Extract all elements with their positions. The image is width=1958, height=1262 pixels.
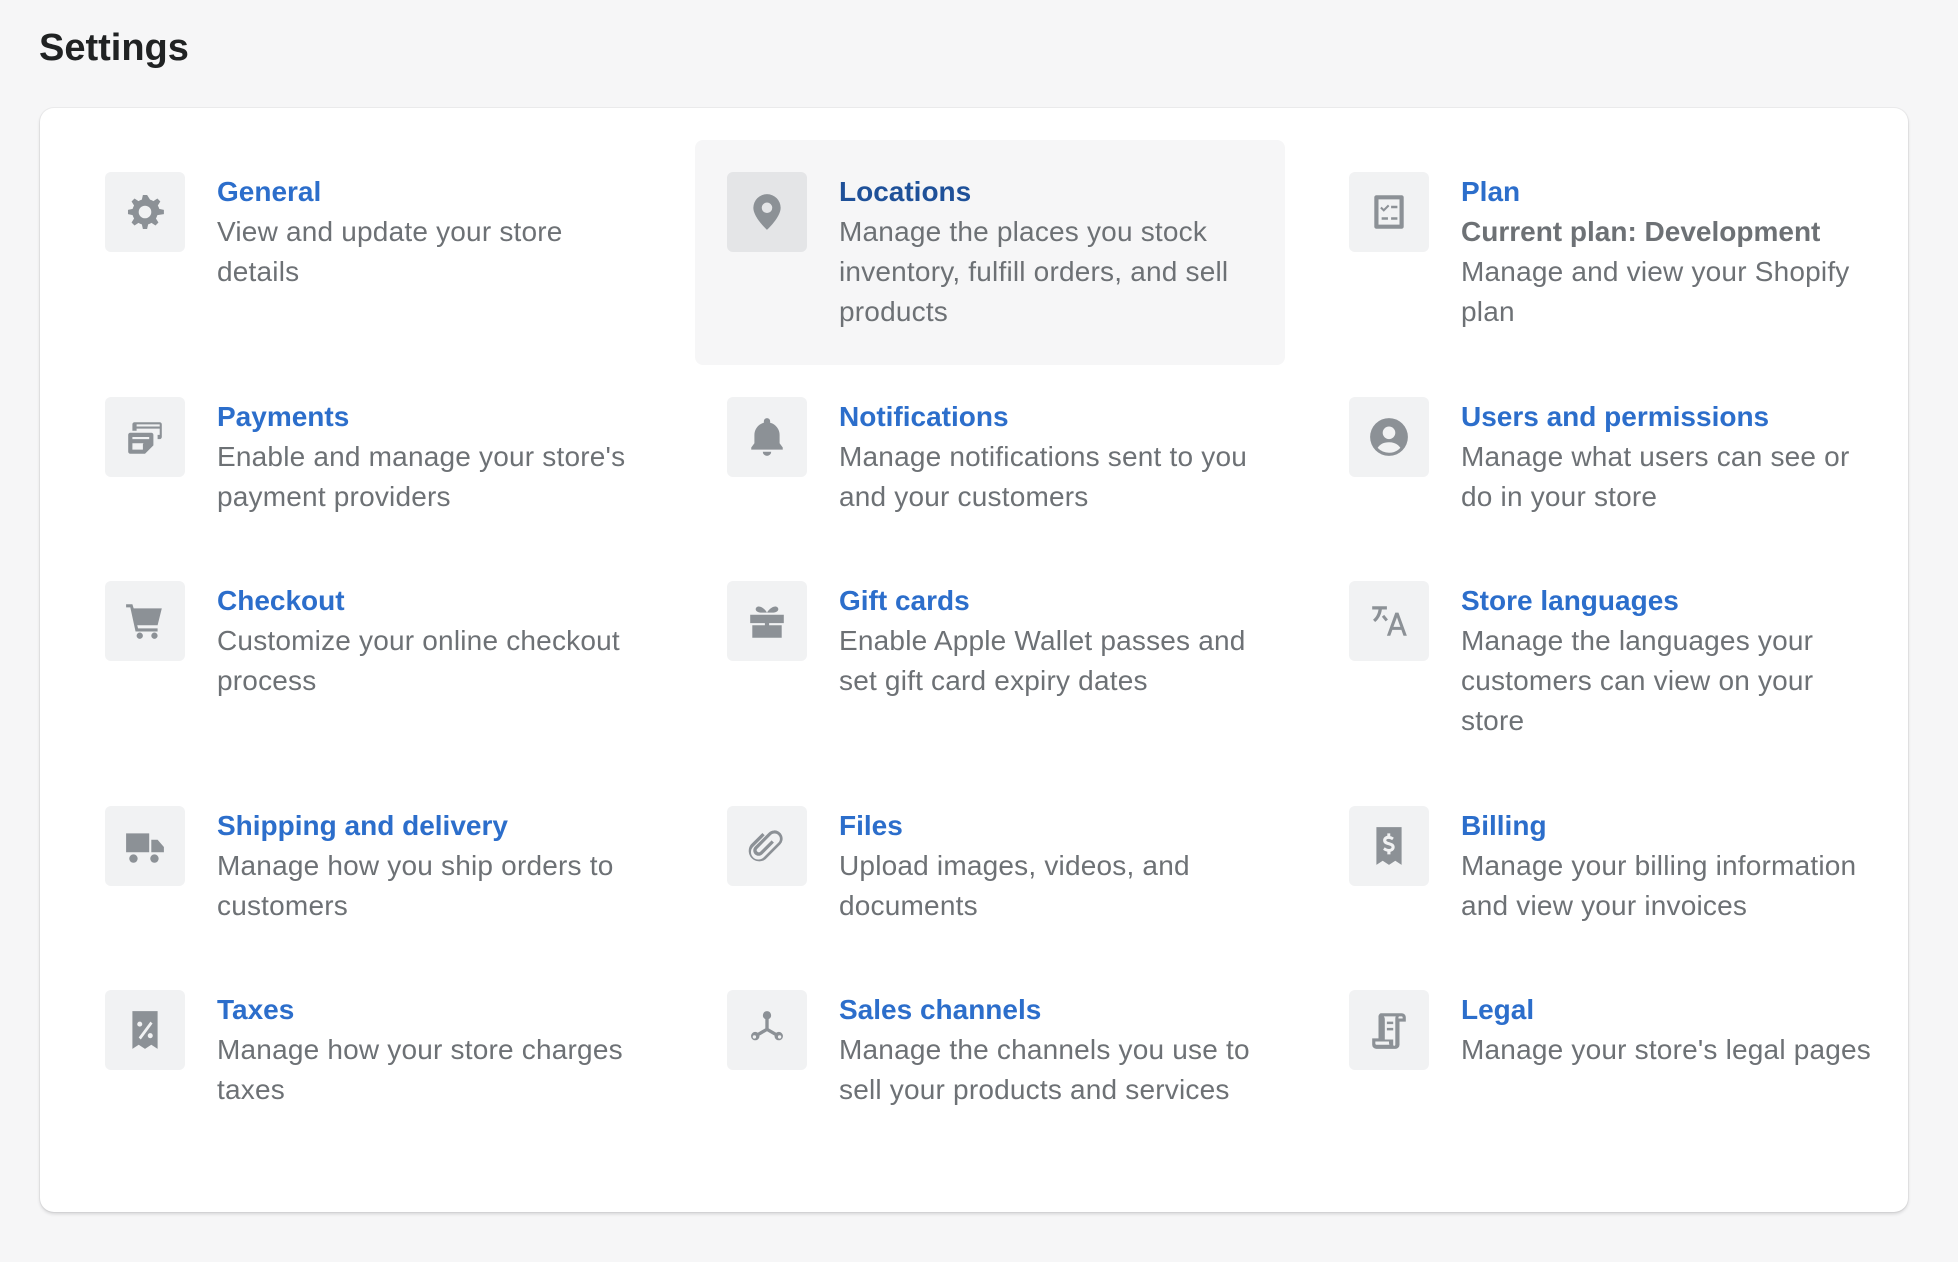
settings-item-locations[interactable]: Locations Manage the places you stock in… [695,140,1285,365]
settings-item-title: Billing [1461,810,1547,841]
settings-item-text: Plan Current plan: Development Manage an… [1461,172,1875,332]
settings-item-users-and-permissions[interactable]: Users and permissions Manage what users … [1317,365,1907,549]
settings-item-title: Files [839,810,903,841]
payment-cards-icon [105,397,185,477]
settings-item-description: Manage the languages your customers can … [1461,625,1814,736]
dollar-receipt-icon [1349,806,1429,886]
settings-item-description: Manage how you ship orders to customers [217,850,614,921]
settings-item-plan[interactable]: Plan Current plan: Development Manage an… [1317,140,1907,365]
settings-item-description: Manage the places you stock inventory, f… [839,216,1229,327]
settings-item-text: Taxes Manage how your store charges taxe… [217,990,631,1110]
settings-item-text: Store languages Manage the languages you… [1461,581,1875,741]
settings-item-title: General [217,176,322,207]
channels-icon [727,990,807,1070]
settings-card: General View and update your store detai… [40,108,1908,1212]
settings-item-title: Locations [839,176,972,207]
settings-item-title: Notifications [839,401,1009,432]
settings-item-description: Manage notifications sent to you and you… [839,441,1247,512]
settings-item-general[interactable]: General View and update your store detai… [73,140,663,365]
settings-page: Settings General View and update your st… [0,0,1958,1262]
settings-item-title: Shipping and delivery [217,810,508,841]
gear-icon [105,172,185,252]
settings-item-title: Checkout [217,585,345,616]
settings-item-shipping-and-delivery[interactable]: Shipping and delivery Manage how you shi… [73,774,663,958]
settings-item-title: Taxes [217,994,295,1025]
scroll-icon [1349,990,1429,1070]
location-pin-icon [727,172,807,252]
settings-item-text: Payments Enable and manage your store's … [217,397,631,517]
settings-item-description: Enable Apple Wallet passes and set gift … [839,625,1246,696]
settings-item-description: Manage your billing information and view… [1461,850,1857,921]
settings-item-description: Customize your online checkout process [217,625,620,696]
settings-item-description: Manage the channels you use to sell your… [839,1034,1250,1105]
settings-item-description: Manage and view your Shopify plan [1461,256,1850,327]
settings-item-notifications[interactable]: Notifications Manage notifications sent … [695,365,1285,549]
settings-item-text: Files Upload images, videos, and documen… [839,806,1253,926]
settings-item-title: Store languages [1461,585,1679,616]
settings-item-description: Manage your store's legal pages [1461,1034,1872,1065]
settings-item-taxes[interactable]: Taxes Manage how your store charges taxe… [73,958,663,1183]
settings-item-text: Billing Manage your billing information … [1461,806,1875,926]
gift-icon [727,581,807,661]
settings-item-description: Upload images, videos, and documents [839,850,1190,921]
settings-item-text: Gift cards Enable Apple Wallet passes an… [839,581,1253,701]
settings-item-title: Legal [1461,994,1535,1025]
settings-item-gift-cards[interactable]: Gift cards Enable Apple Wallet passes an… [695,549,1285,774]
settings-item-store-languages[interactable]: Store languages Manage the languages you… [1317,549,1907,774]
settings-item-text: Sales channels Manage the channels you u… [839,990,1253,1110]
settings-item-title: Plan [1461,176,1521,207]
settings-item-description: Enable and manage your store's payment p… [217,441,626,512]
current-plan-label: Current plan: Development [1461,216,1821,247]
cart-icon [105,581,185,661]
settings-item-payments[interactable]: Payments Enable and manage your store's … [73,365,663,549]
settings-item-text: General View and update your store detai… [217,172,631,292]
settings-item-title: Sales channels [839,994,1042,1025]
settings-item-title: Users and permissions [1461,401,1770,432]
settings-item-title: Gift cards [839,585,970,616]
settings-item-text: Users and permissions Manage what users … [1461,397,1875,517]
settings-grid: General View and update your store detai… [73,140,1907,1183]
settings-item-text: Checkout Customize your online checkout … [217,581,631,701]
settings-item-description: Manage how your store charges taxes [217,1034,623,1105]
settings-item-description: View and update your store details [217,216,563,287]
bell-icon [727,397,807,477]
settings-item-description: Manage what users can see or do in your … [1461,441,1850,512]
settings-item-text: Locations Manage the places you stock in… [839,172,1253,332]
tax-receipt-icon [105,990,185,1070]
translate-icon [1349,581,1429,661]
settings-item-text: Legal Manage your store's legal pages [1461,990,1875,1070]
checklist-icon [1349,172,1429,252]
settings-item-legal[interactable]: Legal Manage your store's legal pages [1317,958,1907,1183]
settings-item-sales-channels[interactable]: Sales channels Manage the channels you u… [695,958,1285,1183]
settings-item-checkout[interactable]: Checkout Customize your online checkout … [73,549,663,774]
settings-item-text: Notifications Manage notifications sent … [839,397,1253,517]
settings-item-files[interactable]: Files Upload images, videos, and documen… [695,774,1285,958]
truck-icon [105,806,185,886]
page-title: Settings [39,27,189,69]
paperclip-icon [727,806,807,886]
settings-item-title: Payments [217,401,350,432]
user-circle-icon [1349,397,1429,477]
settings-item-billing[interactable]: Billing Manage your billing information … [1317,774,1907,958]
settings-item-text: Shipping and delivery Manage how you shi… [217,806,631,926]
